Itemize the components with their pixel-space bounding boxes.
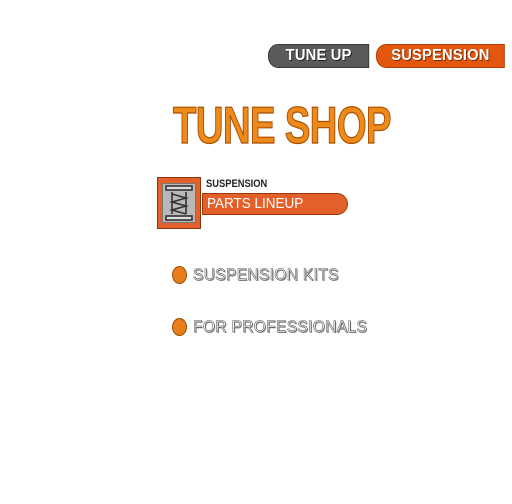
- tab-suspension[interactable]: SUSPENSION: [376, 44, 505, 68]
- menu-item-for-professionals[interactable]: FOR PROFESSIONALS: [172, 316, 382, 338]
- tab-tune-up[interactable]: TUNE UP: [268, 44, 370, 68]
- menu-item-suspension-kits[interactable]: SUSPENSION KITS: [172, 264, 351, 286]
- parts-lineup-header: PARTS LINEUP: [202, 193, 348, 215]
- bullet-icon: [172, 318, 187, 336]
- suspension-parts-icon: [157, 177, 201, 229]
- menu-item-label: FOR PROFESSIONALS: [193, 317, 368, 337]
- suspension-parts-icon-graphic: [165, 185, 193, 221]
- bullet-icon: [172, 266, 187, 284]
- page-title: TUNE SHOP: [173, 96, 392, 155]
- section-sublabel: SUSPENSION: [206, 178, 268, 190]
- menu-item-label: SUSPENSION KITS: [193, 265, 339, 285]
- parts-lineup-label: PARTS LINEUP: [207, 195, 304, 212]
